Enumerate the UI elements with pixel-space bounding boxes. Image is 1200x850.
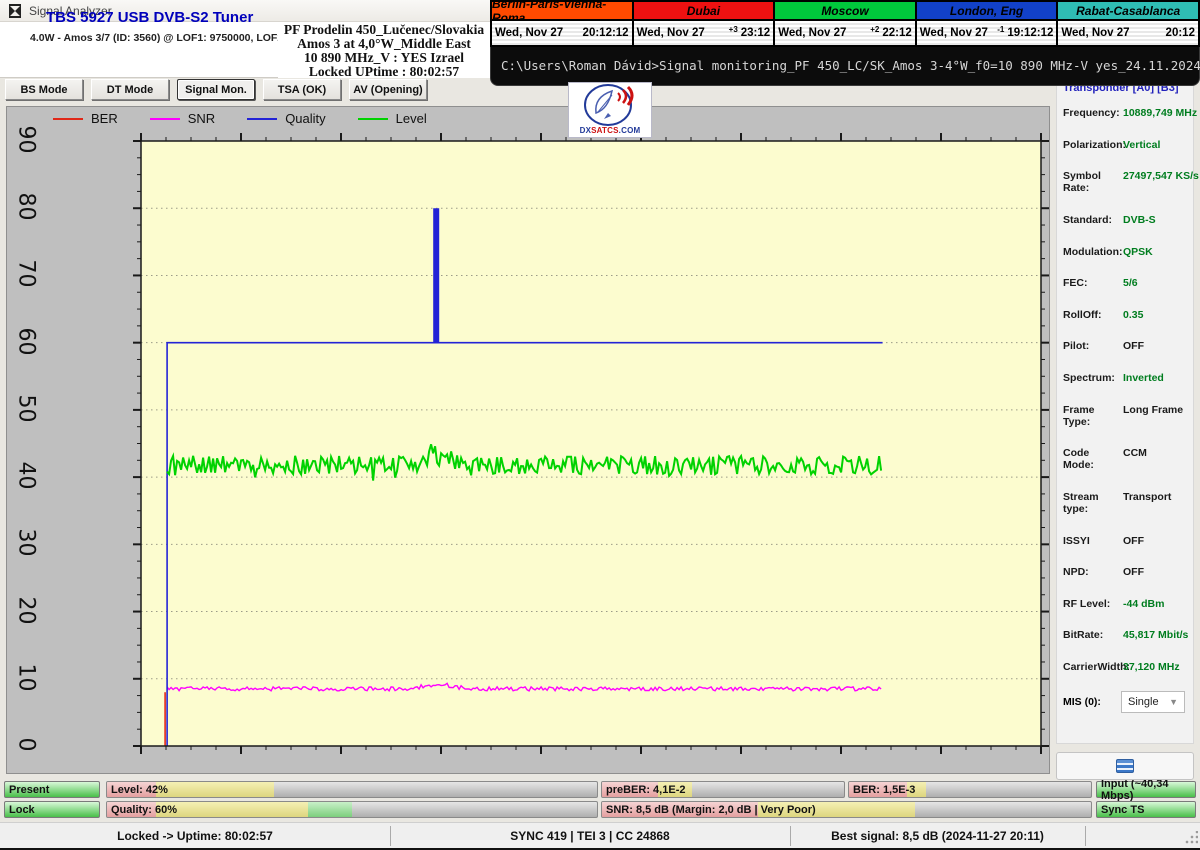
status-divider (1085, 826, 1086, 846)
clock-cell: Moscow Wed, Nov 27 +2 22:12 (775, 2, 917, 45)
clock-cell: Dubai Wed, Nov 27 +3 23:12 (633, 2, 776, 45)
site-header: PF Prodelin 450_Lučenec/Slovakia Amos 3 … (278, 22, 490, 79)
y-tick-label: 90 (13, 125, 39, 154)
bar-quality: Quality: 60% (106, 801, 598, 818)
bar-segment (156, 802, 308, 817)
clock-datetime: Wed, Nov 27 +2 22:12 (775, 21, 915, 45)
y-tick-label: 70 (13, 259, 39, 288)
y-tick-label: 10 (13, 663, 39, 692)
signal-chart: BER SNR Quality Level 0 10 20 30 40 50 60 70 80 90 (6, 106, 1050, 774)
mode-tabs: BS Mode DT Mode Signal Mon. TSA (OK) AV (Ope… (5, 79, 427, 101)
transponder-row: Polarization: Vertical (1063, 138, 1161, 151)
status-best-signal: Best signal: 8,5 dB (2024-11-27 20:11) (831, 829, 1044, 843)
transponder-row: Frame Type: Long Frame (1063, 403, 1184, 428)
transponder-row: RF Level: -44 dBm (1063, 597, 1165, 610)
world-clocks: Berlin-Paris-Vienna-Roma Wed, Nov 27 20:12… (490, 0, 1200, 47)
transponder-row: Code Mode: CCM (1063, 447, 1147, 472)
bar-ber: BER: 1,5E-3 (848, 781, 1092, 798)
terminal-window[interactable]: C:\Users\Roman Dávid>Signal monitoring_P… (490, 45, 1200, 86)
bar-label: SNR: 8,5 dB (Margin: 2,0 dB | Very Poor) (606, 803, 816, 816)
bar-segment (307, 802, 352, 817)
record-button[interactable] (1056, 752, 1194, 780)
transponder-row: Modulation: QPSK (1063, 245, 1153, 258)
y-tick-label: 20 (13, 596, 39, 625)
clock-cell: Rabat-Casablanca Wed, Nov 27 20:12 (1058, 2, 1198, 45)
status-bar: Locked -> Uptime: 80:02:57 SYNC 419 | TE… (0, 822, 1200, 848)
clock-city: Berlin-Paris-Vienna-Roma (492, 0, 632, 25)
bar-snr: SNR: 8,5 dB (Margin: 2,0 dB | Very Poor) (601, 801, 1092, 818)
transponder-row: Frequency: 10889,749 MHz (1063, 107, 1198, 119)
satellite-dish-icon (584, 84, 634, 126)
tab-av-opening-[interactable]: AV (Opening) (349, 79, 427, 100)
y-tick-label: 50 (13, 394, 39, 423)
bar-label: preBER: 4,1E-2 (606, 783, 686, 796)
clock-city: Moscow (775, 2, 915, 21)
bar-level: Level: 42% (106, 781, 598, 798)
terminal-prompt-line: C:\Users\Roman Dávid>Signal monitoring_P… (501, 58, 1200, 73)
tab-signal-mon-[interactable]: Signal Mon. (177, 79, 255, 100)
mis-dropdown[interactable]: Single ▼ (1121, 691, 1185, 713)
bar-segment (156, 782, 274, 797)
transponder-row: ISSYI OFF (1063, 534, 1144, 547)
transponder-row: Stream type: Transport (1063, 490, 1172, 515)
status-locked-uptime: Locked -> Uptime: 80:02:57 (117, 829, 273, 843)
disk-icon (1116, 759, 1134, 773)
clock-city: London, Eng (916, 2, 1057, 21)
mis-row: MIS (0): Single ▼ (1063, 691, 1189, 713)
badge-lock: Lock (4, 801, 100, 818)
badge-input-40-34-mbps-: Input (~40,34 Mbps) (1096, 778, 1196, 802)
badge-sync-ts: Sync TS (1096, 801, 1196, 818)
transponder-row: FEC: 5/6 (1063, 277, 1138, 290)
clock-datetime: Wed, Nov 27 +3 23:12 (633, 21, 774, 45)
transponder-row: Spectrum: Inverted (1063, 372, 1164, 384)
logo-text: DXSATCS.COM (579, 126, 641, 135)
mis-value: Single (1128, 696, 1159, 708)
transponder-row: Standard: DVB-S (1063, 213, 1156, 226)
clock-datetime: Wed, Nov 27 20:12:12 (492, 21, 632, 45)
transponder-panel: Transponder [A0] [B3] Frequency: 10889,74… (1056, 78, 1199, 744)
y-tick-label: 40 (13, 461, 39, 490)
bar-label: BER: 1,5E-3 (853, 783, 916, 796)
badge-present: Present (4, 781, 100, 798)
clock-city: Rabat-Casablanca (1058, 2, 1198, 21)
transponder-row: BitRate: 45,817 Mbit/s (1063, 629, 1189, 642)
clock-cell: London, Eng Wed, Nov 27 -1 19:12:12 (916, 2, 1059, 45)
y-tick-label: 80 (13, 192, 39, 221)
y-tick-label: 30 (13, 528, 39, 557)
tab-dt-mode[interactable]: DT Mode (91, 79, 169, 100)
clock-datetime: Wed, Nov 27 -1 19:12:12 (916, 21, 1057, 45)
transponder-row: Symbol Rate: 27497,547 KS/s (1063, 170, 1199, 195)
status-divider (390, 826, 391, 846)
y-tick-label: 0 (13, 737, 39, 752)
bar-preber: preBER: 4,1E-2 (601, 781, 845, 798)
chevron-down-icon: ▼ (1169, 697, 1178, 707)
bar-label: Level: 42% (111, 783, 168, 796)
tuner-name: TBS 5927 USB DVB-S2 Tuner (46, 9, 254, 26)
site-line-3: 10 890 MHz_V : YES Izrael (303, 50, 465, 65)
status-sync-counters: SYNC 419 | TEI 3 | CC 24868 (510, 829, 670, 843)
y-tick-label: 60 (13, 327, 39, 356)
mis-label: MIS (0): (1063, 696, 1101, 708)
transponder-row: Pilot: OFF (1063, 340, 1144, 353)
transponder-row: NPD: OFF (1063, 566, 1144, 579)
chart-svg (133, 133, 1049, 754)
site-line-1: PF Prodelin 450_Lučenec/Slovakia (283, 22, 485, 37)
clock-datetime: Wed, Nov 27 20:12 (1058, 21, 1198, 45)
transponder-row: RollOff: 0.35 (1063, 308, 1144, 321)
transponder-row: CarrierWidth: 37,120 MHz (1063, 661, 1180, 673)
tab-bs-mode[interactable]: BS Mode (5, 79, 83, 100)
status-divider (790, 826, 791, 846)
site-line-2: Amos 3 at 4,0°W_Middle East (297, 36, 471, 51)
bar-label: Quality: 60% (111, 803, 178, 816)
dxsatcs-logo: DXSATCS.COM (568, 82, 652, 138)
app-icon (8, 3, 22, 18)
clock-city: Dubai (633, 2, 774, 21)
resize-grip[interactable] (1184, 831, 1198, 845)
site-line-4: Locked UPtime : 80:02:57 (308, 64, 460, 79)
transponder-rows: Frequency: 10889,749 MHz Polarization: Vert… (1063, 107, 1199, 673)
tab-tsa-ok-[interactable]: TSA (OK) (263, 79, 341, 100)
clock-cell: Berlin-Paris-Vienna-Roma Wed, Nov 27 20:12… (492, 0, 634, 45)
